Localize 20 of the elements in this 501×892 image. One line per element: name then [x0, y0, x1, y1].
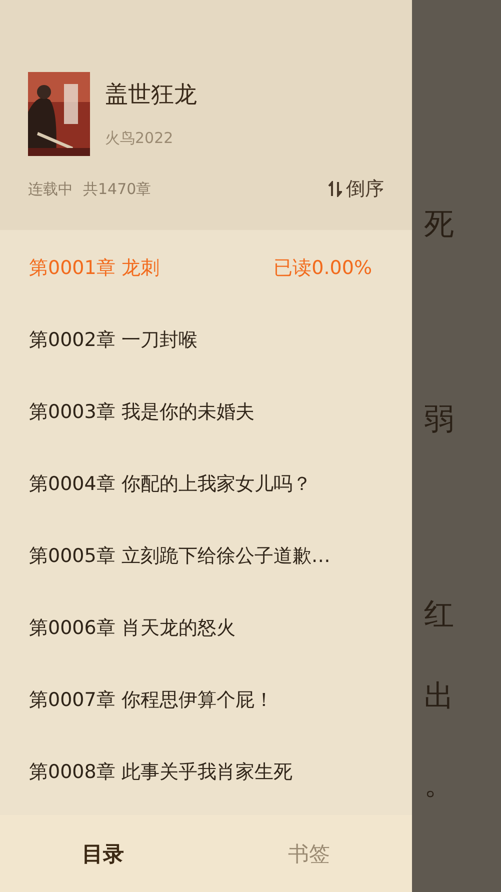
serial-status: 连载中: [28, 179, 73, 199]
page-text: 死: [424, 206, 454, 244]
page-text: 。: [424, 766, 454, 804]
sort-button[interactable]: 倒序: [328, 176, 384, 202]
sort-icon: [328, 181, 342, 197]
page-text: 出: [424, 678, 454, 716]
read-progress: 已读0.00%: [274, 256, 372, 281]
chapter-item[interactable]: 第0006章 肖天龙的怒火: [0, 592, 412, 664]
chapter-item[interactable]: 第0004章 你配的上我家女儿吗？: [0, 448, 412, 520]
chapter-item[interactable]: 第0005章 立刻跪下给徐公子道歉…: [0, 520, 412, 592]
tab[interactable]: 目录: [0, 815, 206, 892]
chapter-count: 共1470章: [83, 179, 152, 199]
book-title: 盖世狂龙: [105, 81, 197, 110]
chapter-item[interactable]: 第0007章 你程思伊算个屁！: [0, 664, 412, 736]
author-name: 火鸟2022: [105, 128, 174, 148]
chapter-item[interactable]: 第0003章 我是你的未婚夫: [0, 376, 412, 448]
page-text: 弱: [424, 401, 454, 439]
chapter-item[interactable]: 第0002章 一刀封喉: [0, 304, 412, 376]
chapter-item[interactable]: 第0008章 此事关乎我肖家生死: [0, 736, 412, 808]
page-text: 红: [424, 596, 454, 634]
